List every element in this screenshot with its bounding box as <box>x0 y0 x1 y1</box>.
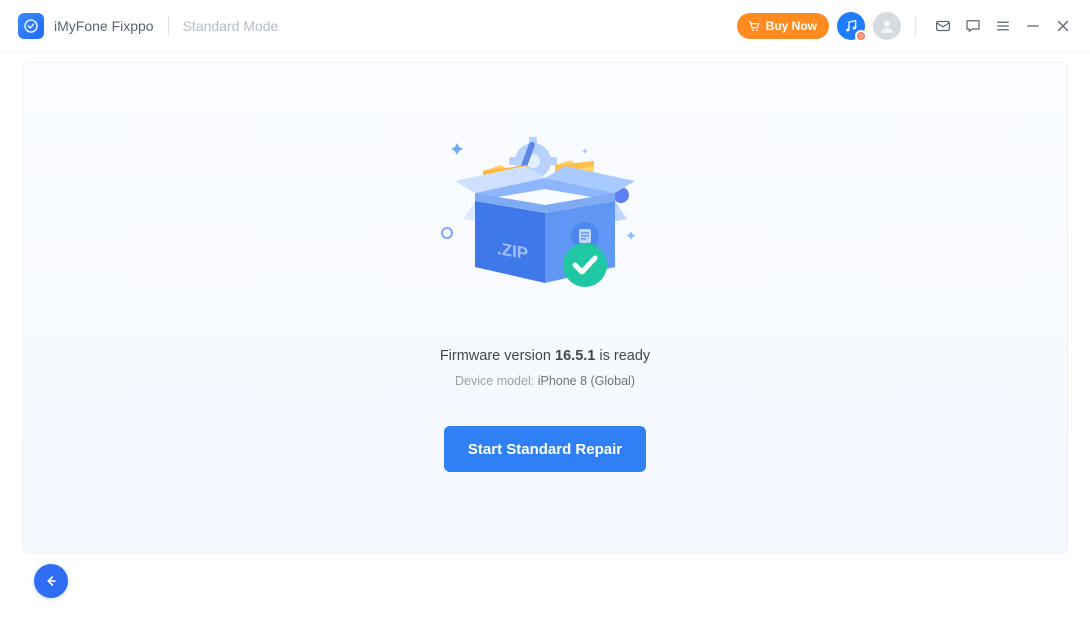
buy-now-label: Buy Now <box>766 19 817 33</box>
menu-button[interactable] <box>990 13 1016 39</box>
firmware-prefix: Firmware version <box>440 348 555 364</box>
sync-badge-icon <box>855 30 867 42</box>
divider <box>915 15 916 37</box>
device-prefix: Device model: <box>455 374 538 388</box>
music-transfer-button[interactable] <box>837 12 865 40</box>
account-button[interactable] <box>873 12 901 40</box>
firmware-box-illustration: .ZIP <box>435 133 655 308</box>
app-title: iMyFone Fixppo <box>54 18 154 34</box>
close-button[interactable] <box>1050 13 1076 39</box>
divider <box>168 17 169 35</box>
device-model-text: Device model: iPhone 8 (Global) <box>455 374 635 388</box>
mode-title: Standard Mode <box>183 18 279 34</box>
firmware-version: 16.5.1 <box>555 348 595 364</box>
device-model: iPhone 8 (Global) <box>538 374 635 388</box>
chat-icon <box>964 17 982 35</box>
cart-icon <box>747 19 761 33</box>
minimize-button[interactable] <box>1020 13 1046 39</box>
firmware-status-text: Firmware version 16.5.1 is ready <box>440 348 650 364</box>
menu-icon <box>994 17 1012 35</box>
start-standard-repair-button[interactable]: Start Standard Repair <box>444 426 646 472</box>
user-icon <box>878 17 896 35</box>
firmware-suffix: is ready <box>595 348 650 364</box>
title-bar: iMyFone Fixppo Standard Mode Buy Now <box>0 0 1090 52</box>
close-icon <box>1054 17 1072 35</box>
back-arrow-icon <box>43 573 59 589</box>
fixppo-logo-icon <box>23 18 39 34</box>
back-button[interactable] <box>34 564 68 598</box>
feedback-button[interactable] <box>960 13 986 39</box>
main-panel: .ZIP Firmware version 16.5.1 is ready De… <box>22 62 1068 554</box>
app-logo <box>18 13 44 39</box>
minimize-icon <box>1024 17 1042 35</box>
mail-icon <box>934 17 952 35</box>
mail-button[interactable] <box>930 13 956 39</box>
buy-now-button[interactable]: Buy Now <box>737 13 829 39</box>
